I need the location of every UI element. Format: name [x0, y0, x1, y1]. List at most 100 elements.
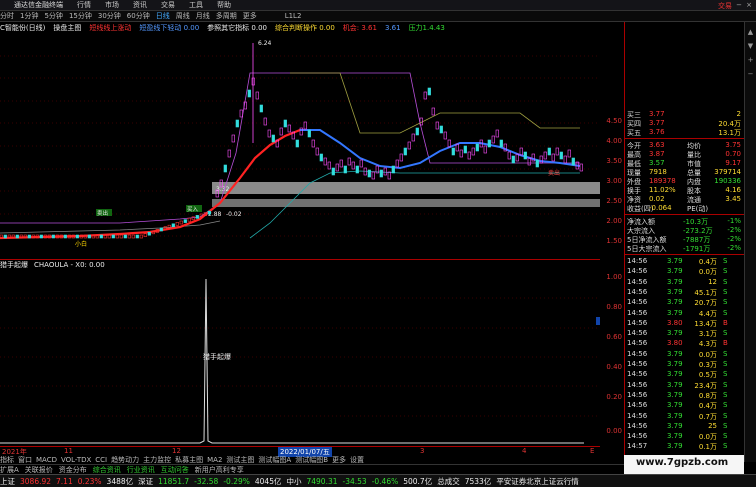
fund-flow-pct: -2% [727, 244, 741, 252]
tick-volume: 13.4万 [694, 319, 717, 328]
tick-side: S [723, 329, 728, 338]
indicator-name[interactable]: 操盘主图 [53, 23, 81, 33]
tick-row: 14:56 3.79 0.7万 S [627, 412, 743, 422]
main-chart-grid [0, 55, 600, 237]
tick-price: 3.80 [667, 339, 683, 348]
tick-time: 14:56 [627, 287, 648, 296]
stock-name[interactable]: C智能份(日线) [0, 23, 45, 33]
candle [555, 147, 559, 156]
menu-gongju[interactable]: 工具 [189, 0, 203, 10]
signal-label-3: 小白 [75, 240, 87, 248]
sub-indicator-chart[interactable]: 猎手起爆 [0, 269, 600, 445]
menu-hangqing[interactable]: 行情 [77, 0, 91, 10]
fund-flow-row[interactable]: 大宗流入 -2% -273.2万 [627, 226, 743, 235]
tick-volume: 0.0万 [698, 268, 717, 277]
tab-vol[interactable]: VOL-TDX [61, 456, 91, 464]
tick-volume: 20.7万 [694, 299, 717, 308]
kline-main-chart[interactable]: 3.32 2.88 -0.02 6.24 卖出 买入 小白 卖出 [0, 33, 600, 259]
period-15m[interactable]: 15分钟 [69, 11, 92, 21]
ref-code[interactable]: L1L2 [285, 12, 302, 20]
tick-time: 14:56 [627, 308, 648, 317]
candles-group [0, 77, 583, 239]
tab-test-b[interactable]: 测试幅图B [295, 455, 328, 465]
candle [255, 91, 259, 100]
tab-zhibiao[interactable]: 指标 [0, 455, 14, 465]
toolbar-plus-icon[interactable]: + [745, 56, 756, 64]
toolbar-up-icon[interactable]: ▲ [745, 28, 756, 36]
order-book-row[interactable]: 买五 3.76 13.1万 [627, 128, 743, 137]
candle [267, 129, 271, 138]
candle [563, 155, 567, 164]
candle [463, 145, 467, 154]
tab-macd[interactable]: MACD [36, 456, 57, 464]
order-book-row[interactable]: 买三 3.77 2 [627, 110, 743, 119]
tab2-news[interactable]: 综合资讯 [93, 465, 121, 475]
status-broker[interactable]: 平安证券北京上证云行情 [496, 476, 579, 487]
period-multi[interactable]: 多周期 [216, 11, 237, 21]
tab-cci[interactable]: CCI [95, 456, 107, 464]
tab-ma2[interactable]: MA2 [207, 456, 222, 464]
tab2-industry[interactable]: 行业资讯 [127, 465, 155, 475]
tab2-related[interactable]: 关联报价 [25, 465, 53, 475]
period-more[interactable]: 更多 [243, 11, 257, 21]
stat-row: 现量 7918 总量 379714 [627, 168, 743, 177]
period-1m[interactable]: 1分钟 [20, 11, 38, 21]
menu-jiaoyi[interactable]: 交易 [161, 0, 175, 10]
tick-price: 3.79 [667, 360, 683, 368]
tab2-fund[interactable]: 资金分布 [59, 465, 87, 475]
status-sz-label[interactable]: 深证 [138, 476, 153, 487]
fund-flow-row[interactable]: 5日净流入额 -2% -7887万 [627, 235, 743, 244]
status-sh-label[interactable]: 上证 [0, 476, 15, 487]
toolbar-down-icon[interactable]: ▼ [745, 42, 756, 50]
stat-row: 收益(四) -0.064 PE(动) [627, 204, 743, 213]
stat-value-1: 3.87 [649, 150, 665, 158]
fund-flow-row[interactable]: 5日大宗流入 -2% -1791万 [627, 244, 743, 253]
tick-volume: 0.5万 [698, 371, 717, 380]
period-week[interactable]: 周线 [176, 11, 190, 21]
period-30m[interactable]: 30分钟 [98, 11, 121, 21]
period-60m[interactable]: 60分钟 [127, 11, 150, 21]
right-toolbar[interactable]: ▲ ▼ + − [744, 22, 756, 462]
tab-settings[interactable]: 设置 [350, 455, 364, 465]
menu-bangzhu[interactable]: 帮助 [217, 0, 231, 10]
tab2-promo[interactable]: 新用户高利专享 [195, 465, 244, 475]
period-month[interactable]: 月线 [196, 11, 210, 21]
close-icon[interactable]: × [746, 1, 752, 9]
sub-chart-title[interactable]: 猎手起爆 [0, 260, 28, 270]
tick-side: S [723, 421, 728, 430]
tab-more[interactable]: 更多 [332, 455, 346, 465]
tick-side: S [723, 257, 728, 265]
menu-zixun[interactable]: 资讯 [133, 0, 147, 10]
period-fenshi[interactable]: 分时 [0, 11, 14, 21]
candle [183, 219, 187, 223]
candle [51, 234, 55, 239]
tab-private[interactable]: 私募主图 [175, 455, 203, 465]
order-book-row[interactable]: 买四 3.77 20.4万 [627, 119, 743, 128]
tab-trend[interactable]: 趋势动力 [111, 455, 139, 465]
status-zx-amt: 500.7亿 [403, 476, 433, 486]
candle [551, 153, 555, 162]
tab-test-a[interactable]: 测试幅图A [258, 455, 291, 465]
period-5m[interactable]: 5分钟 [44, 11, 62, 21]
period-day[interactable]: 日线 [156, 11, 170, 21]
tab-monitor[interactable]: 主力监控 [143, 455, 171, 465]
order-price: 3.77 [649, 110, 665, 118]
indicator-item-4: 综合判断操作 0.00 [274, 23, 335, 32]
menu-shichang[interactable]: 市场 [105, 0, 119, 10]
trade-brand[interactable]: 交易 [718, 1, 732, 11]
tick-row: 14:56 3.80 4.3万 B [627, 339, 743, 349]
tab-test-main[interactable]: 测试主图 [226, 455, 254, 465]
candle [431, 107, 435, 116]
tab-chuangkou[interactable]: 窗口 [18, 455, 32, 465]
tick-time: 14:56 [627, 257, 648, 265]
minimize-icon[interactable]: − [736, 1, 742, 9]
tick-time: 14:56 [627, 298, 648, 307]
tab2-extend-a[interactable]: 扩展A [0, 465, 19, 475]
candle [259, 104, 263, 113]
fund-flow-row[interactable]: 净流入额 -1% -10.3万 [627, 217, 743, 226]
toolbar-minus-icon[interactable]: − [745, 70, 756, 78]
candle [99, 234, 103, 239]
tick-volume: 45.1万 [694, 288, 717, 297]
tab2-qa[interactable]: 互动问答 [161, 465, 189, 475]
status-zx-label[interactable]: 中小 [286, 476, 301, 487]
